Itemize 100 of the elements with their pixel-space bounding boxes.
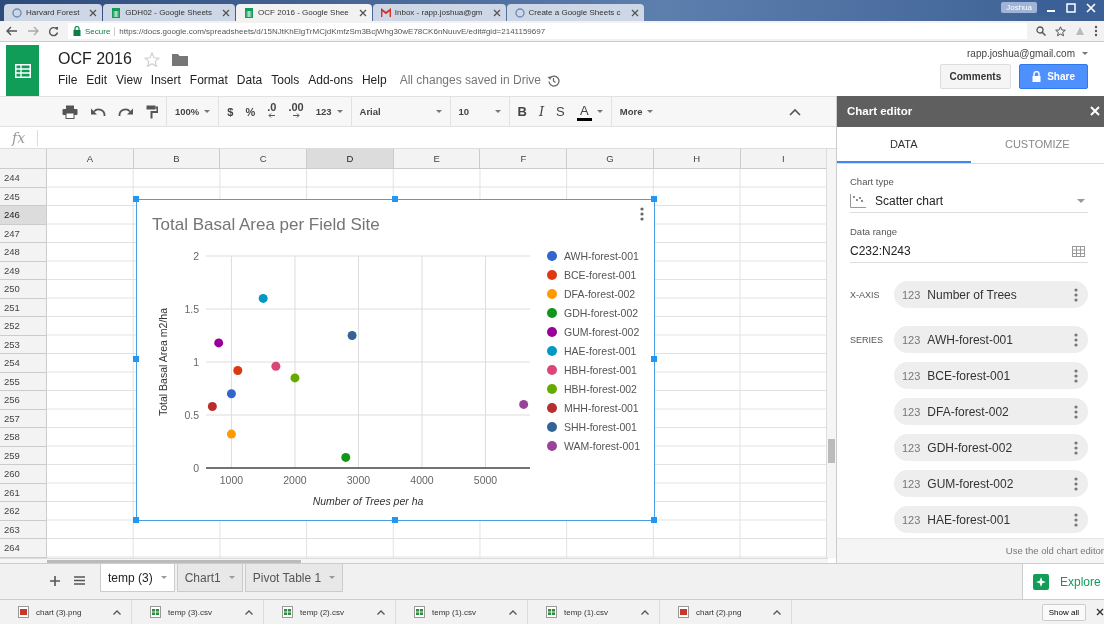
row-header[interactable]: 250 (0, 280, 47, 299)
text-color-button[interactable]: A (570, 100, 609, 123)
maximize-icon[interactable] (1066, 3, 1076, 13)
more-options-icon[interactable] (1074, 476, 1078, 491)
data-chip[interactable]: 123 Number of Trees (894, 281, 1088, 309)
row-header[interactable]: 260 (0, 465, 47, 484)
download-item[interactable]: chart (3).png (0, 600, 132, 624)
browser-tab[interactable]: Inbox - rapp.joshua@gm (372, 4, 506, 21)
address-field[interactable]: Secure https://docs.google.com/spreadsheets/d/15NJtKhElgTrMCjdKmfzSm3BcjWhg30wE78CK6nNuuvE/edit#gid=2141159697 (68, 23, 1027, 39)
caret-icon[interactable] (1082, 51, 1088, 56)
save-status[interactable]: All changes saved in Drive (395, 73, 548, 87)
row-header[interactable]: 258 (0, 428, 47, 447)
data-chip[interactable]: 123 HAE-forest-001 (894, 506, 1088, 534)
font-dropdown[interactable]: Arial (353, 100, 448, 123)
data-point[interactable] (214, 338, 224, 348)
download-item[interactable]: temp (1).csv (528, 600, 660, 624)
list-icon[interactable] (74, 576, 85, 585)
resize-handle[interactable] (133, 356, 139, 362)
browser-tab[interactable]: Create a Google Sheets c (506, 4, 644, 21)
row-header[interactable]: 254 (0, 354, 47, 373)
decimal-button[interactable]: .00 (282, 100, 310, 123)
more-options-icon[interactable] (1074, 404, 1078, 419)
resize-handle[interactable] (133, 517, 139, 523)
column-header[interactable]: F (480, 149, 568, 169)
close-icon[interactable] (630, 8, 639, 17)
scrollbar-thumb[interactable] (828, 439, 835, 463)
data-point[interactable] (341, 452, 351, 462)
star-icon[interactable] (1055, 25, 1066, 37)
column-header[interactable]: A (47, 149, 134, 169)
close-icon[interactable] (358, 8, 367, 17)
tab[interactable]: CUSTOMIZE (970, 126, 1104, 164)
more-options-icon[interactable] (1074, 512, 1078, 527)
folder-icon[interactable] (171, 52, 188, 66)
data-point[interactable] (233, 366, 243, 375)
row-header[interactable]: 252 (0, 317, 47, 336)
menu-item[interactable]: Format (189, 73, 237, 87)
back-arrow-icon[interactable] (6, 26, 18, 36)
strikethrough-button[interactable]: S (550, 100, 571, 123)
row-header[interactable]: 246 (0, 206, 47, 225)
menu-item[interactable]: Insert (150, 73, 190, 87)
chevron-up-icon[interactable] (641, 609, 649, 615)
browser-tab[interactable]: OCF 2016 - Google Shee (236, 4, 372, 21)
row-header[interactable]: 264 (0, 539, 47, 558)
resize-handle[interactable] (651, 196, 657, 202)
row-header[interactable]: 262 (0, 502, 47, 521)
close-icon[interactable] (89, 8, 98, 17)
close-icon[interactable] (492, 8, 501, 17)
data-point[interactable] (258, 293, 268, 303)
data-point[interactable] (347, 331, 357, 340)
tab[interactable]: DATA (837, 126, 971, 164)
chevron-up-icon[interactable] (377, 609, 385, 615)
data-chip[interactable]: 123 GDH-forest-002 (894, 434, 1088, 462)
column-header[interactable]: E (393, 149, 481, 169)
resize-handle[interactable] (392, 196, 398, 202)
explore-button[interactable]: Explore (1022, 564, 1104, 599)
close-icon[interactable] (222, 8, 231, 17)
row-header[interactable]: 256 (0, 391, 47, 410)
column-header[interactable]: B (133, 149, 221, 169)
data-chip[interactable]: 123 AWH-forest-001 (894, 326, 1088, 354)
resize-handle[interactable] (392, 517, 398, 523)
history-icon[interactable] (547, 73, 561, 87)
chevron-up-icon[interactable] (245, 609, 253, 615)
resize-handle[interactable] (651, 356, 657, 362)
menu-item[interactable]: View (116, 73, 151, 87)
data-point[interactable] (207, 402, 217, 411)
document-title[interactable]: OCF 2016 (58, 50, 132, 68)
format-button[interactable]: $ (221, 100, 240, 123)
sheet-tab[interactable]: temp (3) (100, 564, 175, 592)
more-options-icon[interactable] (1074, 287, 1078, 302)
data-range-field[interactable]: C232:N243 (850, 240, 1088, 264)
column-header[interactable]: H (653, 149, 741, 169)
menu-item[interactable]: Help (361, 73, 396, 87)
data-point[interactable] (226, 389, 236, 399)
download-item[interactable]: chart (2).png (660, 600, 792, 624)
close-icon[interactable] (1096, 608, 1104, 616)
show-all-button[interactable]: Show all (1041, 603, 1086, 621)
zoom-icon[interactable] (1036, 26, 1046, 36)
reload-icon[interactable] (48, 25, 59, 37)
comments-button[interactable]: Comments (939, 64, 1012, 89)
download-item[interactable]: temp (1).csv (396, 600, 528, 624)
menu-icon[interactable] (1094, 25, 1098, 37)
chevron-up-icon[interactable] (113, 609, 121, 615)
more-options-icon[interactable] (1074, 332, 1078, 347)
chevron-up-icon[interactable] (509, 609, 517, 615)
resize-handle[interactable] (133, 196, 139, 202)
column-header[interactable]: D (307, 149, 394, 169)
format-button[interactable]: % (239, 100, 262, 123)
data-chip[interactable]: 123 DFA-forest-002 (894, 398, 1088, 426)
menu-item[interactable]: File (58, 73, 87, 87)
data-chip[interactable]: 123 GUM-forest-002 (894, 470, 1088, 498)
data-point[interactable] (271, 361, 281, 371)
download-item[interactable]: temp (2).csv (264, 600, 396, 624)
browser-tab[interactable]: GDH02 - Google Sheets (103, 4, 236, 21)
font-size-dropdown[interactable]: 10 (452, 100, 507, 123)
row-header[interactable]: 244 (0, 169, 47, 188)
download-item[interactable]: temp (3).csv (132, 600, 264, 624)
chart-frame[interactable] (136, 199, 655, 521)
dropdown[interactable]: 100% (169, 100, 217, 123)
column-header[interactable]: I (740, 149, 828, 169)
browser-tab[interactable]: Harvard Forest (4, 4, 103, 21)
